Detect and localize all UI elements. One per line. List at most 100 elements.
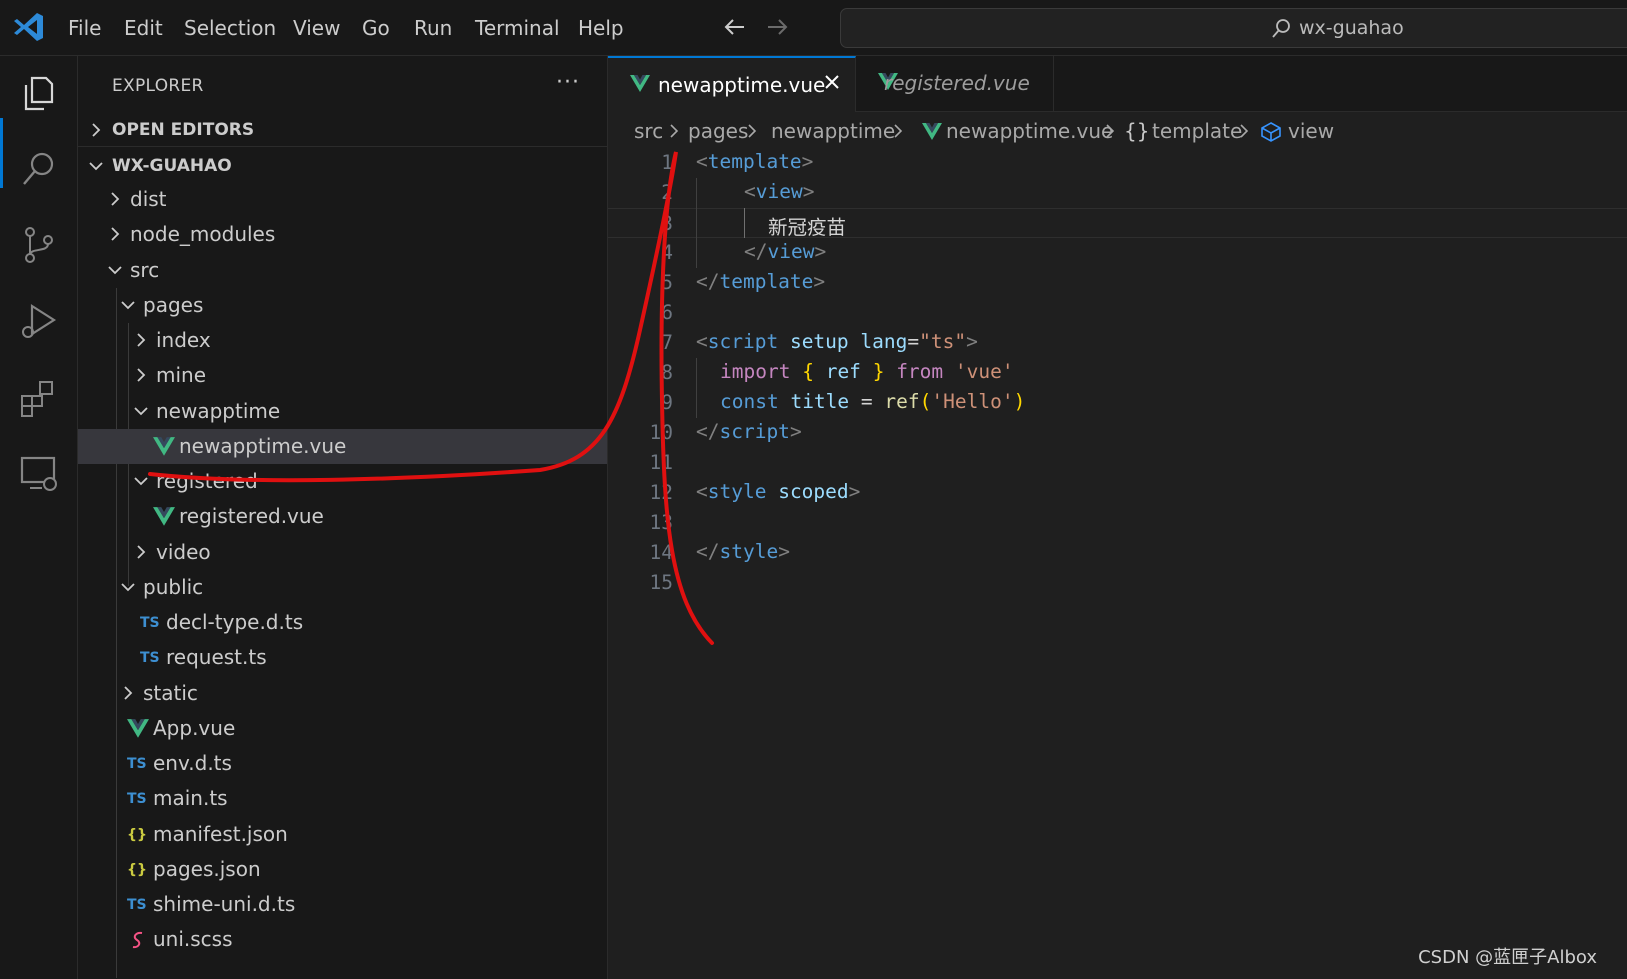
- code-line-current: 3 新冠疫苗: [608, 208, 1627, 239]
- extensions-icon[interactable]: [18, 376, 60, 418]
- tree-file[interactable]: uni.scss: [78, 922, 607, 957]
- line-number: 14: [649, 541, 673, 564]
- tree-file[interactable]: registered.vue: [78, 499, 607, 534]
- chevron-down-icon: [134, 406, 148, 415]
- breadcrumb-item[interactable]: template: [1152, 119, 1242, 143]
- explorer-sidebar: EXPLORER ··· OPEN EDITORS WX-GUAHAO dist…: [78, 56, 608, 979]
- line-number: 1: [661, 151, 673, 174]
- tree-file[interactable]: TS request.ts: [78, 640, 607, 675]
- line-number: 10: [649, 421, 673, 444]
- tree-file[interactable]: TS main.ts: [78, 781, 607, 816]
- indent-guide: [696, 178, 697, 268]
- breadcrumb-item[interactable]: newapptime: [771, 119, 895, 143]
- tree-item-label: registered: [156, 469, 258, 493]
- watermark: CSDN @蓝匣子Albox: [1418, 947, 1597, 968]
- chevron-down-icon: [89, 162, 103, 171]
- open-editors-section[interactable]: OPEN EDITORS: [78, 114, 607, 148]
- menu-file[interactable]: File: [68, 14, 101, 42]
- chevron-right-icon: [124, 685, 133, 700]
- menu-help[interactable]: Help: [578, 14, 624, 42]
- source-control-icon[interactable]: [18, 224, 60, 266]
- tree-folder[interactable]: index: [78, 323, 607, 358]
- braces-icon: {}: [1124, 119, 1150, 143]
- view-text: 新冠疫苗: [768, 216, 847, 239]
- ts-file-icon: TS: [140, 615, 160, 631]
- tree-folder[interactable]: mine: [78, 358, 607, 393]
- ts-file-icon: TS: [127, 756, 147, 772]
- remote-explorer-icon[interactable]: [18, 452, 60, 494]
- breadcrumb-item[interactable]: src: [634, 119, 663, 143]
- active-indicator: [0, 118, 3, 188]
- line-number: 5: [661, 271, 673, 294]
- breadcrumb-item[interactable]: newapptime.vue: [946, 119, 1113, 143]
- tree-folder[interactable]: dist: [78, 182, 607, 217]
- tree-folder[interactable]: video: [78, 535, 607, 570]
- tree-item-label: newapptime: [156, 398, 281, 423]
- command-center-search[interactable]: wx-guahao: [840, 8, 1627, 48]
- tab-newapptime-vue[interactable]: newapptime.vue: [608, 56, 856, 112]
- tree-item-label: src: [130, 257, 160, 282]
- tree-item-label: decl-type.d.ts: [166, 610, 304, 634]
- line-number: 2: [661, 181, 673, 204]
- code-line: 5 </template>: [608, 268, 1627, 298]
- tree-file[interactable]: newapptime.vue: [78, 428, 607, 464]
- chevron-right-icon: [111, 227, 120, 241]
- close-icon[interactable]: [820, 70, 844, 94]
- tree-file[interactable]: TS shime-uni.d.ts: [78, 887, 607, 922]
- explorer-title: EXPLORER: [112, 76, 204, 96]
- tab-registered-vue[interactable]: registered.vue: [856, 56, 1054, 112]
- line-number: 3: [661, 212, 673, 235]
- tree-file[interactable]: TS env.d.ts: [78, 746, 607, 781]
- menu-go[interactable]: Go: [362, 14, 390, 42]
- project-section[interactable]: WX-GUAHAO: [78, 150, 607, 184]
- chevron-right-icon: [1240, 124, 1249, 138]
- command-center-label: wx-guahao: [1299, 17, 1404, 39]
- tree-file[interactable]: {} pages.json: [78, 852, 607, 887]
- code-line: 10 </script>: [608, 418, 1627, 448]
- tree-item-label: main.ts: [153, 786, 228, 811]
- breadcrumb-item[interactable]: pages: [688, 119, 748, 143]
- code-line: 11: [608, 448, 1627, 478]
- tree-folder[interactable]: public: [78, 570, 607, 605]
- run-debug-icon[interactable]: [18, 300, 60, 342]
- tree-item-label: node_modules: [130, 222, 276, 247]
- chevron-down-icon: [134, 477, 148, 486]
- vue-file-icon: [153, 436, 175, 456]
- tree-folder[interactable]: node_modules: [78, 217, 607, 252]
- tree-item-label: uni.scss: [153, 927, 233, 952]
- menu-view[interactable]: View: [293, 14, 340, 42]
- tab-label: newapptime.vue: [658, 73, 826, 97]
- line-number: 15: [649, 571, 673, 594]
- tree-item-label: request.ts: [166, 645, 267, 670]
- line-number: 7: [661, 331, 673, 354]
- menu-terminal[interactable]: Terminal: [475, 14, 560, 42]
- json-file-icon: {}: [127, 826, 147, 843]
- tree-folder[interactable]: registered: [78, 464, 607, 499]
- line-number: 8: [661, 361, 673, 384]
- menu-edit[interactable]: Edit: [124, 14, 163, 42]
- more-actions-button[interactable]: ···: [556, 70, 580, 95]
- search-icon: [1272, 19, 1290, 38]
- line-number: 11: [649, 451, 673, 474]
- tree-file[interactable]: {} manifest.json: [78, 817, 607, 852]
- chevron-right-icon: [748, 124, 757, 138]
- back-arrow-icon[interactable]: [720, 12, 750, 42]
- code-editor[interactable]: 1 <template> 2 <view> 3 新冠疫苗 4 </view> 5…: [608, 148, 1627, 668]
- tree-folder[interactable]: src: [78, 253, 607, 288]
- tree-item-label: dist: [130, 187, 167, 211]
- explorer-icon[interactable]: [18, 72, 60, 114]
- menu-selection[interactable]: Selection: [184, 14, 276, 42]
- code-line: 12 <style scoped>: [608, 478, 1627, 508]
- forward-arrow-icon[interactable]: [762, 12, 792, 42]
- tree-folder[interactable]: static: [78, 676, 607, 711]
- search-icon[interactable]: [18, 148, 60, 190]
- tree-file[interactable]: TS decl-type.d.ts: [78, 605, 607, 640]
- tree-folder[interactable]: newapptime: [78, 394, 607, 429]
- tree-item-label: shime-uni.d.ts: [153, 892, 296, 916]
- breadcrumb-item[interactable]: view: [1288, 119, 1334, 143]
- cube-icon: [1261, 122, 1281, 142]
- tree-folder[interactable]: pages: [78, 288, 607, 323]
- tree-file[interactable]: App.vue: [78, 711, 607, 746]
- menu-run[interactable]: Run: [414, 14, 452, 42]
- chevron-right-icon: [111, 192, 120, 206]
